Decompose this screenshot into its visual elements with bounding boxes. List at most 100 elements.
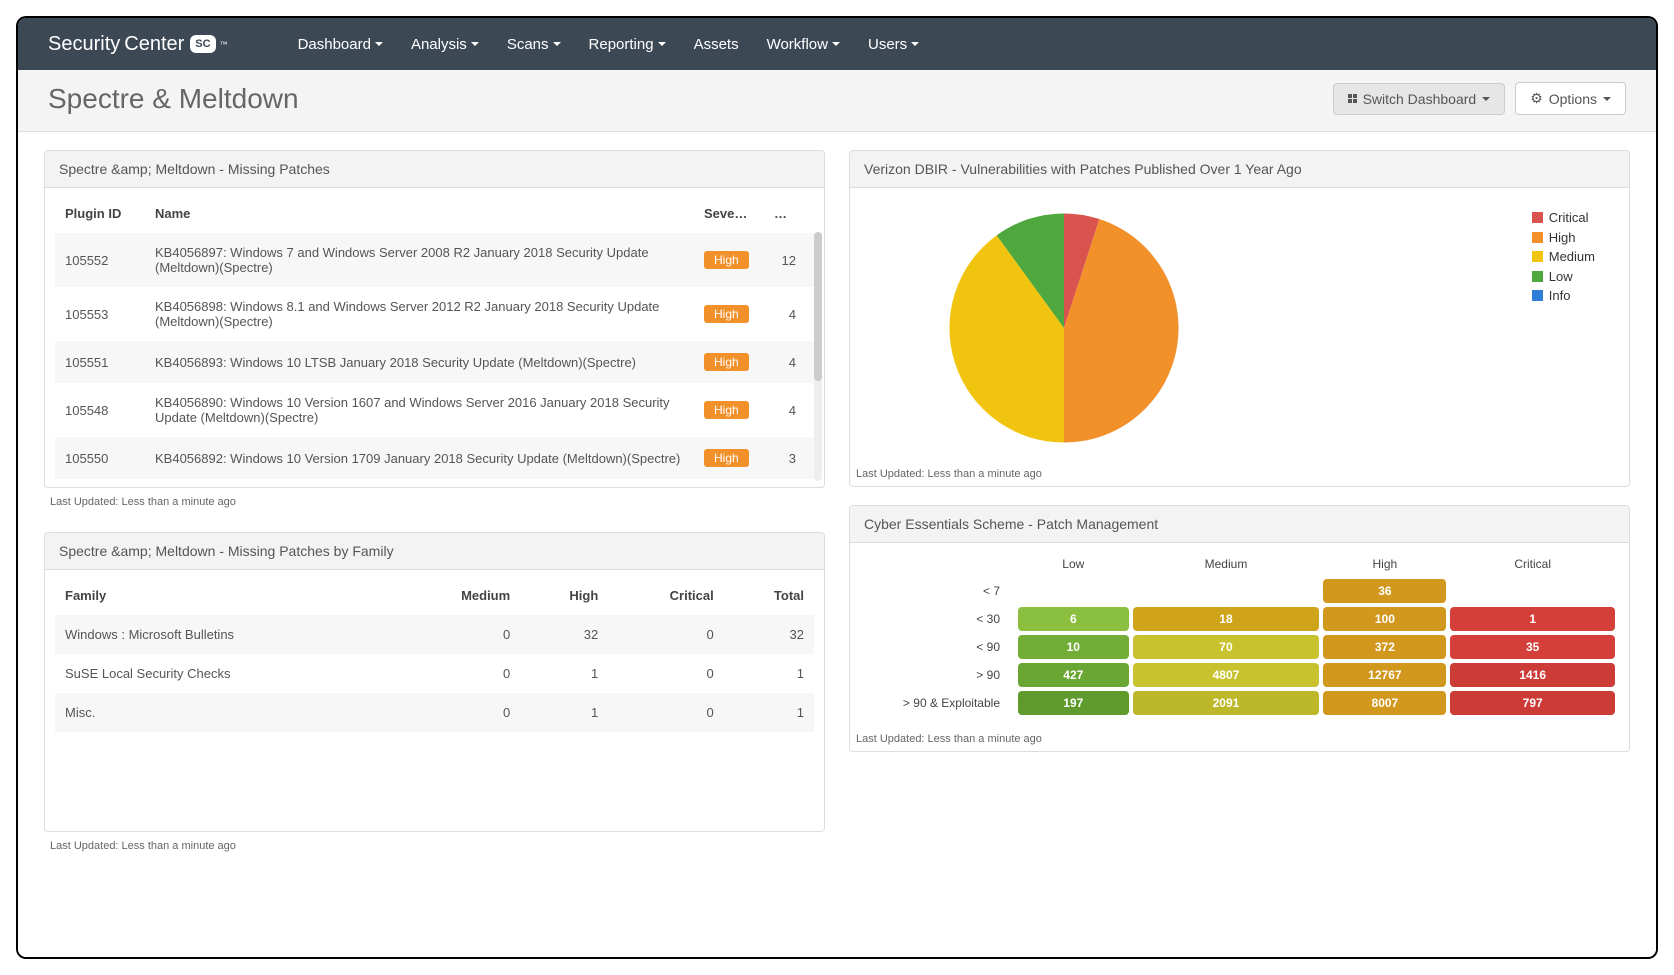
brand-badge: SC (190, 35, 215, 53)
severity-badge: High (704, 251, 749, 269)
legend-label: Low (1549, 267, 1573, 287)
legend-item-medium[interactable]: Medium (1532, 247, 1595, 267)
grid-icon (1348, 94, 1357, 103)
cell[interactable]: 6 (1018, 607, 1129, 631)
table-row[interactable]: 105552KB4056897: Windows 7 and Windows S… (55, 233, 814, 287)
cell[interactable]: 12767 (1323, 663, 1446, 687)
table-row[interactable]: 105548KB4056890: Windows 10 Version 1607… (55, 383, 814, 437)
cell[interactable]: 35 (1450, 635, 1615, 659)
nav-item-workflow[interactable]: Workflow (767, 36, 840, 53)
cell[interactable]: 8007 (1323, 691, 1446, 715)
cell-critical: 0 (608, 693, 723, 732)
table-row[interactable]: SuSE Local Security Checks0101 (55, 654, 814, 693)
nav-item-label: Users (868, 36, 907, 53)
cell[interactable]: 4807 (1133, 663, 1320, 687)
cell[interactable]: 10 (1018, 635, 1129, 659)
cell[interactable]: 0 (1018, 579, 1129, 603)
row-label: > 90 (864, 663, 1014, 687)
table-row: > 90 & Exploitable19720918007797 (864, 691, 1615, 715)
cell[interactable]: 797 (1450, 691, 1615, 715)
severity-badge: High (704, 353, 749, 371)
nav-item-label: Assets (694, 36, 739, 53)
col-low[interactable]: Low (1018, 553, 1129, 575)
cell-count: 4 (764, 341, 814, 383)
cell[interactable]: 1416 (1450, 663, 1615, 687)
nav-item-analysis[interactable]: Analysis (411, 36, 479, 53)
col-name[interactable]: Name (145, 194, 694, 233)
panel-last-updated: Last Updated: Less than a minute ago (850, 727, 1629, 751)
table-row[interactable]: 105553KB4056898: Windows 8.1 and Windows… (55, 287, 814, 341)
pie-chart[interactable] (944, 208, 1184, 448)
cell[interactable]: 2091 (1133, 691, 1320, 715)
cell[interactable]: 0 (1450, 579, 1615, 603)
cell[interactable]: 36 (1323, 579, 1446, 603)
panel-title: Cyber Essentials Scheme - Patch Manageme… (850, 506, 1629, 543)
table-row[interactable]: Windows : Microsoft Bulletins032032 (55, 615, 814, 654)
nav-item-scans[interactable]: Scans (507, 36, 561, 53)
titlebar: Spectre & Meltdown Switch Dashboard Opti… (18, 70, 1656, 132)
table-row[interactable]: 105551KB4056893: Windows 10 LTSB January… (55, 341, 814, 383)
col-severity[interactable]: Seve… (694, 194, 764, 233)
gear-icon (1530, 90, 1543, 107)
cell[interactable]: 427 (1018, 663, 1129, 687)
legend-swatch (1532, 271, 1543, 282)
col-family[interactable]: Family (55, 576, 396, 615)
legend-item-info[interactable]: Info (1532, 286, 1595, 306)
table-row: < 306181001 (864, 607, 1615, 631)
col-medium[interactable]: Medium (1133, 553, 1320, 575)
options-button[interactable]: Options (1515, 82, 1626, 115)
panel-title: Spectre &amp; Meltdown - Missing Patches… (45, 533, 824, 570)
cell[interactable]: 197 (1018, 691, 1129, 715)
legend-item-critical[interactable]: Critical (1532, 208, 1595, 228)
table-row[interactable]: 105550KB4056892: Windows 10 Version 1709… (55, 437, 814, 479)
cell-family: SuSE Local Security Checks (55, 654, 396, 693)
legend-item-low[interactable]: Low (1532, 267, 1595, 287)
pie-legend: CriticalHighMediumLowInfo (1532, 208, 1595, 306)
nav-item-label: Workflow (767, 36, 828, 53)
cell-count: 4 (764, 383, 814, 437)
cell[interactable]: 100 (1323, 607, 1446, 631)
table-row[interactable]: Misc.0101 (55, 693, 814, 732)
cell[interactable]: 18 (1133, 607, 1320, 631)
panel-missing-patches: Spectre &amp; Meltdown - Missing Patches… (44, 150, 825, 488)
col-high[interactable]: High (520, 576, 608, 615)
scrollbar-thumb[interactable] (814, 232, 822, 381)
table-row: < 700360 (864, 579, 1615, 603)
panel-cyber-essentials: Cyber Essentials Scheme - Patch Manageme… (849, 505, 1630, 752)
col-plugin-id[interactable]: Plugin ID (55, 194, 145, 233)
cell-family: Windows : Microsoft Bulletins (55, 615, 396, 654)
col-critical[interactable]: Critical (608, 576, 723, 615)
cell[interactable]: 372 (1323, 635, 1446, 659)
legend-swatch (1532, 290, 1543, 301)
cell-name: KB4056898: Windows 8.1 and Windows Serve… (145, 287, 694, 341)
panel-dbir: Verizon DBIR - Vulnerabilities with Patc… (849, 150, 1630, 487)
cell-medium: 0 (396, 654, 521, 693)
col-high[interactable]: High (1323, 553, 1446, 575)
legend-swatch (1532, 251, 1543, 262)
col-medium[interactable]: Medium (396, 576, 521, 615)
switch-dashboard-button[interactable]: Switch Dashboard (1333, 83, 1506, 115)
nav-item-reporting[interactable]: Reporting (589, 36, 666, 53)
nav-item-users[interactable]: Users (868, 36, 919, 53)
cell-plugin-id: 105553 (55, 287, 145, 341)
legend-item-high[interactable]: High (1532, 228, 1595, 248)
cell[interactable]: 0 (1133, 579, 1320, 603)
severity-badge: High (704, 449, 749, 467)
col-total[interactable]: Total (724, 576, 814, 615)
cell[interactable]: 1 (1450, 607, 1615, 631)
cell-plugin-id: 105551 (55, 341, 145, 383)
cell-high: 32 (520, 615, 608, 654)
row-label: < 7 (864, 579, 1014, 603)
scrollbar[interactable] (814, 232, 822, 481)
brand-logo[interactable]: SecurityCenter SC ™ (48, 33, 228, 56)
chevron-down-icon (1482, 97, 1490, 101)
col-count[interactable]: … (764, 194, 814, 233)
nav-item-label: Scans (507, 36, 549, 53)
nav-item-dashboard[interactable]: Dashboard (298, 36, 383, 53)
nav-item-label: Analysis (411, 36, 467, 53)
nav-item-assets[interactable]: Assets (694, 36, 739, 53)
cell[interactable]: 70 (1133, 635, 1320, 659)
legend-swatch (1532, 232, 1543, 243)
col-critical[interactable]: Critical (1450, 553, 1615, 575)
ces-matrix: Low Medium High Critical < 700360< 30618… (860, 549, 1619, 719)
